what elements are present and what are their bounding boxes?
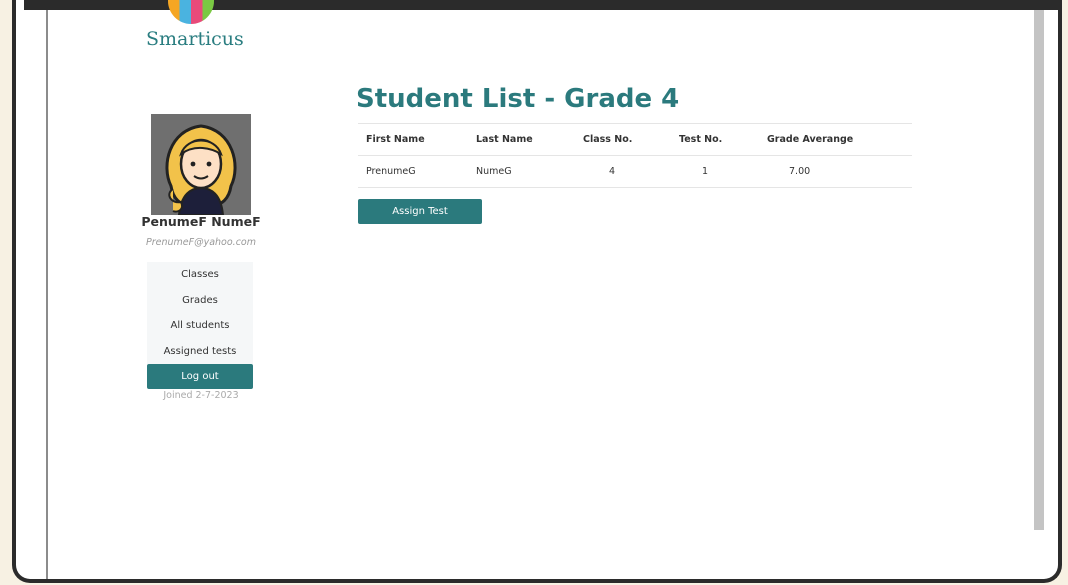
cell-class-no: 4 <box>575 155 671 188</box>
user-name: PenumeF NumeF <box>141 214 261 229</box>
window-left-edge <box>46 10 48 579</box>
user-email: PrenumeF@yahoo.com <box>146 237 256 248</box>
sidebar-item-classes[interactable]: Classes <box>147 262 253 288</box>
cell-test-no: 1 <box>671 155 759 188</box>
sidebar-item-grades[interactable]: Grades <box>147 288 253 314</box>
user-avatar <box>151 114 251 215</box>
column-header-grade-average: Grade Averange <box>759 123 912 156</box>
column-header-last-name: Last Name <box>468 123 575 156</box>
column-header-first-name: First Name <box>358 123 468 156</box>
joined-date: Joined 2-7-2023 <box>163 390 239 401</box>
table-header-row: First Name Last Name Class No. Test No. … <box>358 123 912 156</box>
page-title: Student List - Grade 4 <box>356 84 680 114</box>
cell-grade-average: 7.00 <box>759 155 912 188</box>
student-table: First Name Last Name Class No. Test No. … <box>358 123 912 188</box>
app-window: Smarticus PenumeF NumeF PrenumeF@yahoo.c… <box>12 0 1062 583</box>
logo-icon <box>168 0 214 24</box>
cell-first-name: PrenumeG <box>358 155 468 188</box>
vertical-scrollbar[interactable] <box>1034 10 1044 530</box>
table-row[interactable]: PrenumeG NumeG 4 1 7.00 <box>358 155 912 188</box>
assign-test-button[interactable]: Assign Test <box>358 199 482 224</box>
sidebar-item-all-students[interactable]: All students <box>147 313 253 339</box>
sidebar-menu: Classes Grades All students Assigned tes… <box>147 262 253 364</box>
column-header-class-no: Class No. <box>575 123 671 156</box>
brand-name[interactable]: Smarticus <box>146 28 244 50</box>
cell-last-name: NumeG <box>468 155 575 188</box>
column-header-test-no: Test No. <box>671 123 759 156</box>
logout-button[interactable]: Log out <box>147 364 253 389</box>
sidebar-item-assigned-tests[interactable]: Assigned tests <box>147 339 253 365</box>
